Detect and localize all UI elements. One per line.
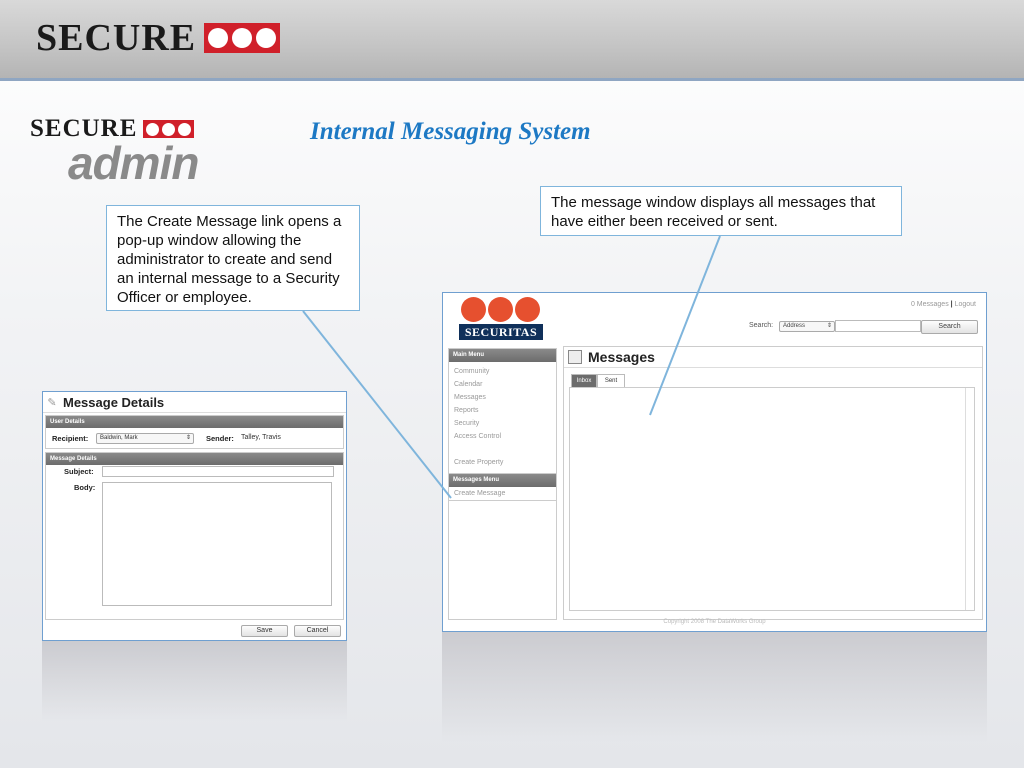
messages-icon <box>568 350 582 364</box>
message-details-subheader: Message Details <box>46 453 343 465</box>
search-select[interactable]: Address ⇕ <box>779 321 835 332</box>
slide-title: Internal Messaging System <box>310 118 591 145</box>
messages-count-link[interactable]: 0 Messages <box>911 301 949 308</box>
menu-item-create-message[interactable]: Create Message <box>449 487 556 501</box>
banner-logo-text: SECURE <box>36 17 197 59</box>
callout-create-message: The Create Message link opens a pop-up w… <box>106 205 360 311</box>
save-button[interactable]: Save <box>241 625 288 637</box>
content-header: Messages <box>564 347 982 368</box>
pencil-icon: ✎ <box>47 396 57 409</box>
menu-item-reports[interactable]: Reports <box>449 404 556 417</box>
menu-item-create-property[interactable]: Create Property <box>449 456 556 469</box>
securitas-app-window: SECURITAS 0 Messages | Logout Search: Ad… <box>442 292 987 632</box>
details-reflection <box>42 641 347 721</box>
body-label: Body: <box>74 483 96 492</box>
subject-label: Subject: <box>64 467 94 476</box>
top-links: 0 Messages | Logout <box>911 301 976 308</box>
subject-input[interactable] <box>102 466 334 477</box>
admin-word: admin <box>68 137 199 189</box>
messages-list[interactable] <box>569 387 975 611</box>
recipient-label: Recipient: <box>52 434 89 443</box>
admin-logo-dots-icon <box>143 120 195 138</box>
messages-scrollbar[interactable] <box>965 388 974 610</box>
top-links-separator: | <box>950 301 953 308</box>
menu-item-messages[interactable]: Messages <box>449 391 556 404</box>
search-label: Search: <box>749 322 774 329</box>
cancel-button[interactable]: Cancel <box>294 625 341 637</box>
message-details-title: Message Details <box>63 394 165 410</box>
sender-value: Talley, Travis <box>241 434 281 441</box>
select-arrows-icon: ⇕ <box>185 435 191 441</box>
app-reflection <box>442 632 987 742</box>
recipient-value: Baldwin, Mark <box>100 435 138 441</box>
user-details-header: User Details <box>46 416 343 428</box>
app-footer: Copyright 2008 The DataWorks Group <box>663 619 766 625</box>
banner-logo: SECURE <box>36 17 281 59</box>
tab-inbox[interactable]: Inbox <box>571 374 597 388</box>
sidebar: Main Menu Community Calendar Messages Re… <box>448 348 557 620</box>
logout-link[interactable]: Logout <box>955 301 976 308</box>
messages-menu-header: Messages Menu <box>449 474 556 487</box>
menu-item-security[interactable]: Security <box>449 417 556 430</box>
select-arrows-icon: ⇕ <box>826 323 832 329</box>
menu-item-access-control[interactable]: Access Control <box>449 430 556 443</box>
main-menu-header: Main Menu <box>449 349 556 362</box>
callout-message-window: The message window displays all messages… <box>540 186 902 236</box>
messages-title: Messages <box>588 349 655 365</box>
search-input[interactable] <box>835 320 921 332</box>
search-select-value: Address <box>783 323 806 329</box>
logo-dots-icon <box>204 23 281 53</box>
message-details-header: ✎ Message Details <box>43 392 346 413</box>
body-textarea[interactable] <box>102 482 332 606</box>
tab-sent[interactable]: Sent <box>597 374 625 388</box>
user-details-section: User Details Recipient: Baldwin, Mark ⇕ … <box>45 415 344 449</box>
message-details-section: Message Details Subject: Body: <box>45 452 344 620</box>
main-menu-list: Community Calendar Messages Reports Secu… <box>449 362 556 474</box>
sender-label: Sender: <box>206 434 234 443</box>
securitas-logo: SECURITAS <box>459 297 543 341</box>
message-details-window: ✎ Message Details User Details Recipient… <box>42 391 347 641</box>
securitas-circles-icon <box>459 297 543 322</box>
secure-admin-logo: SECURE admin <box>30 116 230 189</box>
securitas-logo-name: SECURITAS <box>459 324 543 340</box>
menu-item-community[interactable]: Community <box>449 365 556 378</box>
search-button[interactable]: Search <box>921 320 978 334</box>
menu-item-calendar[interactable]: Calendar <box>449 378 556 391</box>
top-banner: SECURE <box>0 0 1024 81</box>
messages-content: Messages Inbox Sent <box>563 346 983 620</box>
recipient-select[interactable]: Baldwin, Mark ⇕ <box>96 433 194 444</box>
